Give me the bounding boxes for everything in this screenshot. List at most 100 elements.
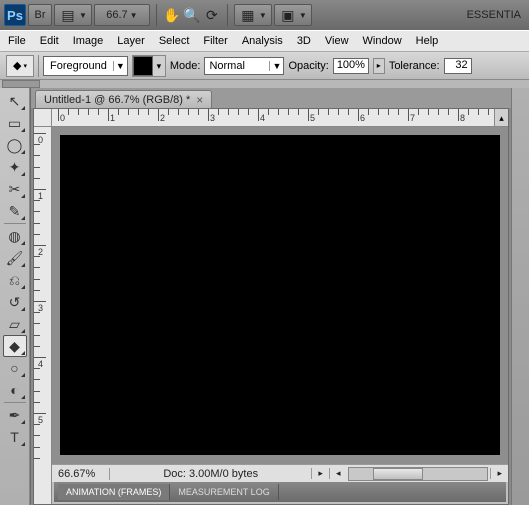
flyout-corner-icon (21, 172, 25, 176)
rotate-view-icon[interactable]: ⟳ (203, 6, 221, 24)
canvas-viewport[interactable] (52, 127, 508, 464)
horizontal-scrollbar[interactable] (348, 467, 488, 481)
scroll-left-button[interactable]: ◂ (329, 468, 347, 479)
pattern-picker[interactable]: ▾ (132, 55, 166, 77)
flyout-corner-icon (21, 351, 25, 355)
menu-window[interactable]: Window (363, 35, 402, 47)
blend-mode-select[interactable]: Normal ▼ (204, 57, 284, 75)
right-panel-dock[interactable] (511, 88, 529, 505)
ruler-vertical[interactable]: 012345 (34, 127, 52, 504)
screen-mode-button[interactable]: ▣▼ (274, 4, 312, 26)
marquee-tool[interactable]: ▭ (3, 112, 27, 134)
separator (38, 55, 39, 77)
menu-file[interactable]: File (8, 35, 26, 47)
chevron-down-icon: ▾ (23, 62, 27, 70)
separator (227, 4, 228, 26)
flyout-corner-icon (21, 420, 25, 424)
document-tab[interactable]: Untitled-1 @ 66.7% (RGB/8) * × (35, 90, 212, 108)
flyout-corner-icon (21, 329, 25, 333)
status-bar: 66.67% Doc: 3.00M/0 bytes ▸ ◂ ▸ (52, 464, 508, 482)
toolbox: ↖▭◯✦✂✎ ◍🖌⎌↺▱◆○◐ ✒T (0, 88, 30, 505)
tab-measurement-log[interactable]: MEASUREMENT LOG (170, 484, 278, 500)
workspace-switcher[interactable]: ESSENTIA (467, 9, 525, 21)
options-bar: ◆▾ Foreground ▼ ▾ Mode: Normal ▼ Opacity… (0, 52, 529, 80)
ruler-horizontal[interactable]: 012345678 (52, 109, 494, 127)
paint-bucket-tool[interactable]: ◆ (3, 335, 27, 357)
menu-filter[interactable]: Filter (203, 35, 227, 47)
canvas[interactable] (60, 135, 500, 455)
chevron-down-icon: ▼ (259, 11, 267, 20)
document-body: 012345 66.67% Doc: 3.00M/0 bytes ▸ ◂ ▸ (34, 127, 508, 504)
status-doc-info[interactable]: Doc: 3.00M/0 bytes (110, 468, 311, 480)
filmstrip-icon: ▤ (59, 6, 77, 24)
menu-image[interactable]: Image (73, 35, 104, 47)
flyout-corner-icon (21, 395, 25, 399)
ruler-origin-corner[interactable] (34, 109, 52, 127)
menu-edit[interactable]: Edit (40, 35, 59, 47)
flyout-corner-icon (21, 442, 25, 446)
pattern-swatch (133, 56, 153, 76)
flyout-corner-icon (21, 216, 25, 220)
scroll-right-button[interactable]: ▸ (490, 468, 508, 479)
ruler-scroll-right[interactable]: ▴ (494, 109, 508, 127)
pen-tool[interactable]: ✒ (3, 404, 27, 426)
hand-icon[interactable]: ✋ (163, 6, 181, 24)
menu-3d[interactable]: 3D (297, 35, 311, 47)
opacity-input[interactable]: 100% (333, 58, 369, 74)
bridge-label: Br (35, 9, 46, 21)
scrollbar-thumb[interactable] (373, 468, 423, 480)
paint-bucket-icon: ◆ (13, 59, 21, 72)
flyout-corner-icon (21, 194, 25, 198)
clone-stamp-tool[interactable]: ⎌ (3, 269, 27, 291)
status-zoom[interactable]: 66.67% (52, 468, 110, 480)
zoom-level-label: 66.7 (106, 9, 127, 21)
tolerance-input[interactable]: 32 (444, 58, 472, 74)
fill-source-select[interactable]: Foreground ▼ (43, 56, 128, 76)
menu-help[interactable]: Help (416, 35, 439, 47)
dodge-tool[interactable]: ◐ (3, 379, 27, 401)
zoom-level-button[interactable]: 66.7▼ (94, 4, 150, 26)
main-area: ↖▭◯✦✂✎ ◍🖌⎌↺▱◆○◐ ✒T Untitled-1 @ 66.7% (RGB… (0, 88, 529, 505)
flyout-corner-icon (21, 373, 25, 377)
menu-layer[interactable]: Layer (117, 35, 145, 47)
flyout-corner-icon (21, 128, 25, 132)
tab-animation[interactable]: ANIMATION (FRAMES) (58, 484, 170, 500)
current-tool-icon[interactable]: ◆▾ (6, 55, 34, 77)
opacity-flyout-button[interactable]: ▸ (373, 58, 385, 74)
magic-wand-tool[interactable]: ✦ (3, 156, 27, 178)
document-area: Untitled-1 @ 66.7% (RGB/8) * × 012345678… (30, 88, 511, 505)
healing-brush-tool[interactable]: ◍ (3, 225, 27, 247)
application-bar: Ps Br ▤▼ 66.7▼ ✋ 🔍 ⟳ ▦▼ ▣▼ ESSENTIA (0, 0, 529, 30)
menu-view[interactable]: View (325, 35, 349, 47)
crop-tool[interactable]: ✂ (3, 178, 27, 200)
bridge-button[interactable]: Br (28, 4, 52, 26)
fill-source-value: Foreground (44, 60, 113, 72)
ruler-top-row: 012345678 ▴ (34, 109, 508, 127)
arrange-documents-button[interactable]: ▦▼ (234, 4, 272, 26)
menu-analysis[interactable]: Analysis (242, 35, 283, 47)
flyout-corner-icon (21, 307, 25, 311)
eyedropper-tool[interactable]: ✎ (3, 200, 27, 222)
opacity-label: Opacity: (288, 60, 328, 72)
history-brush-tool[interactable]: ↺ (3, 291, 27, 313)
bottom-panel-tabs: ANIMATION (FRAMES) MEASUREMENT LOG (54, 482, 506, 502)
menu-select[interactable]: Select (159, 35, 190, 47)
type-tool[interactable]: T (3, 426, 27, 448)
chevron-down-icon: ▾ (153, 56, 165, 76)
document-frame: 012345678 ▴ 012345 66.67% Doc: 3.00M/0 b… (33, 108, 509, 505)
chevron-down-icon: ▼ (113, 61, 127, 71)
move-tool[interactable]: ↖ (3, 90, 27, 112)
eraser-tool[interactable]: ▱ (3, 313, 27, 335)
close-icon[interactable]: × (196, 93, 203, 107)
toolbox-grip[interactable] (2, 80, 40, 88)
separator (156, 4, 157, 26)
tolerance-label: Tolerance: (389, 60, 440, 72)
view-extras-button[interactable]: ▤▼ (54, 4, 92, 26)
lasso-tool[interactable]: ◯ (3, 134, 27, 156)
flyout-corner-icon (21, 263, 25, 267)
zoom-icon[interactable]: 🔍 (183, 6, 201, 24)
screen-mode-icon: ▣ (279, 6, 297, 24)
status-flyout-button[interactable]: ▸ (311, 468, 329, 479)
brush-tool[interactable]: 🖌 (3, 247, 27, 269)
blur-tool[interactable]: ○ (3, 357, 27, 379)
